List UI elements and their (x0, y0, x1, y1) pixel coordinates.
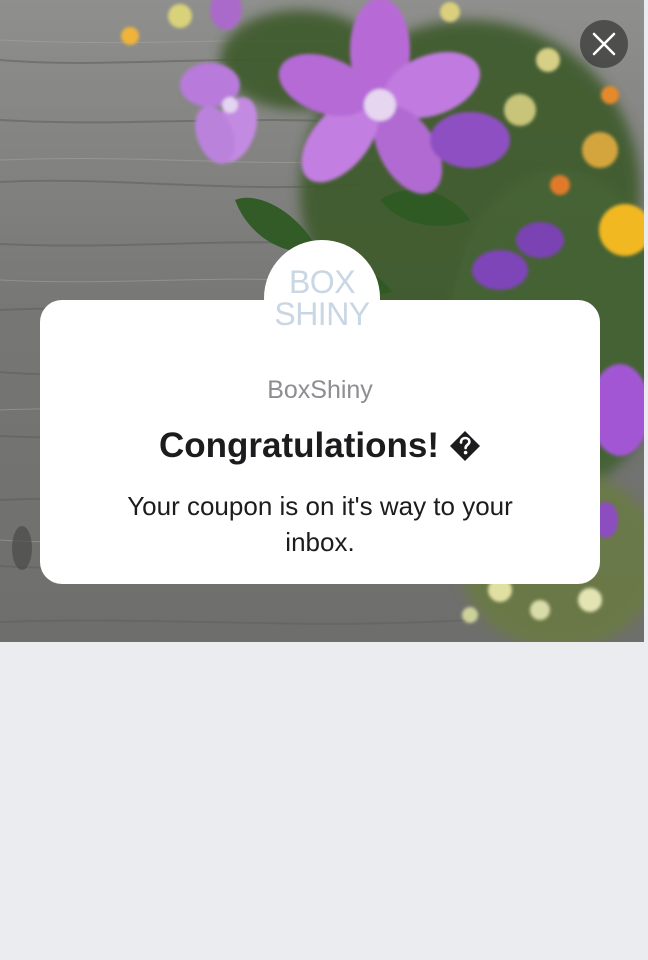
logo-line-1: BOX (288, 264, 356, 300)
brand-name: BoxShiny (267, 376, 373, 404)
close-icon (592, 32, 616, 56)
brand-logo: BOX SHINY (264, 240, 380, 356)
popup-page: BoxShiny Congratulations! Your coupon is… (0, 0, 648, 960)
title-row: Congratulations! (40, 424, 600, 468)
logo-line-2: SHINY (274, 296, 370, 332)
popup-title: Congratulations! (159, 426, 439, 465)
close-button[interactable] (580, 20, 628, 68)
popup-message: Your coupon is on it's way to your inbox… (127, 491, 513, 557)
replacement-character-icon (449, 431, 480, 461)
